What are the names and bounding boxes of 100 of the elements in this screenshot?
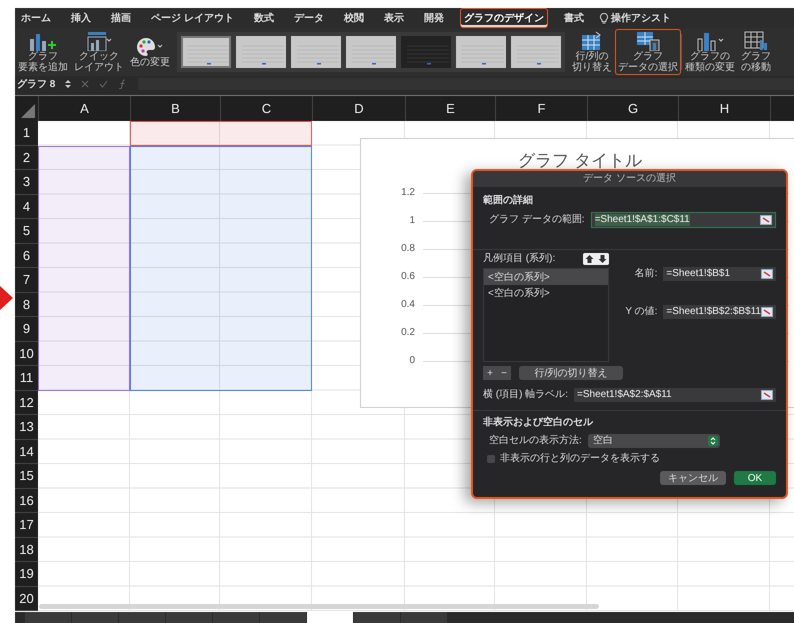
cancel-button[interactable]: キャンセル	[660, 471, 726, 485]
move-up-icon[interactable]	[583, 253, 596, 265]
row-header[interactable]: 16	[15, 488, 38, 513]
row-header[interactable]: 17	[15, 513, 38, 538]
ribbon-button[interactable]: グラフの 種類の変更	[682, 29, 738, 75]
sheet-tab[interactable]	[401, 612, 447, 623]
ribbon-tab[interactable]: 数式	[250, 8, 278, 28]
chart-style-thumbnail[interactable]	[456, 36, 506, 68]
row-header[interactable]: 10	[15, 342, 38, 366]
row-header[interactable]: 8	[15, 292, 38, 317]
assist-label[interactable]: 操作アシスト	[610, 11, 671, 25]
sheet-tab[interactable]	[25, 612, 71, 623]
axis-label: 0.8	[400, 243, 415, 254]
series-item[interactable]: <空白の系列>	[484, 269, 608, 285]
layout-icon	[86, 31, 112, 51]
stepper-icon[interactable]	[65, 79, 72, 89]
sheet-tab[interactable]	[307, 612, 353, 623]
ribbon-tab[interactable]: 挿入	[67, 8, 95, 28]
remove-button[interactable]: −	[497, 366, 511, 380]
field-label: 凡例項目 (系列):	[483, 253, 556, 265]
row-header[interactable]: 2	[15, 146, 38, 170]
row-header[interactable]: 15	[15, 464, 38, 488]
ribbon-tab[interactable]: グラフのデザイン	[460, 8, 548, 28]
row-header[interactable]: 12	[15, 390, 38, 415]
field-label: 空白セルの表示方法:	[489, 435, 582, 447]
sheet-chart-icon	[744, 31, 768, 51]
ok-button[interactable]: OK	[734, 471, 776, 485]
ribbon-tab[interactable]: 書式	[560, 8, 588, 28]
row-header[interactable]: 20	[15, 586, 38, 611]
chart-style-thumbnail[interactable]	[291, 36, 341, 68]
axis-label: 0.4	[400, 299, 415, 310]
ribbon-tab[interactable]: ホーム	[17, 8, 55, 28]
ribbon-button[interactable]: 行/列の 切り替え	[569, 29, 615, 75]
sheet-tab[interactable]	[72, 612, 118, 623]
values-field[interactable]: =Sheet1!$B$2:$B$11	[663, 305, 776, 319]
ribbon-button[interactable]: グラフ データの選択	[615, 29, 681, 75]
range-picker-icon[interactable]	[761, 269, 773, 279]
ribbon-button[interactable]: グラフ 要素を追加	[15, 29, 71, 75]
lightbulb-icon	[600, 12, 608, 24]
ribbon-tab[interactable]: 校閲	[340, 8, 368, 28]
row-header[interactable]: 1	[15, 121, 38, 146]
ribbon-tab[interactable]: 開発	[420, 8, 448, 28]
row-header[interactable]: 14	[15, 440, 38, 464]
name-box[interactable]: グラフ 8	[17, 77, 56, 91]
series-item[interactable]: <空白の系列>	[484, 285, 608, 301]
ribbon-tab[interactable]: 表示	[380, 8, 408, 28]
column-header[interactable]: B	[131, 96, 221, 121]
section-heading: 範囲の詳細	[483, 195, 534, 207]
switch-row-column-button[interactable]: 行/列の切り替え	[519, 366, 623, 380]
field-label: Y の値:	[624, 306, 658, 318]
checkbox[interactable]	[487, 455, 495, 463]
move-down-icon[interactable]	[596, 253, 610, 265]
name-field[interactable]: =Sheet1!$B$1	[663, 267, 776, 281]
row-header[interactable]: 7	[15, 268, 38, 292]
row-header[interactable]: 3	[15, 170, 38, 194]
row-header[interactable]: 4	[15, 194, 38, 219]
empty-cells-dropdown[interactable]: 空白	[588, 434, 720, 448]
cancel-icon[interactable]	[81, 80, 90, 88]
sheet-tab[interactable]	[119, 612, 165, 623]
axis-label: 1	[408, 215, 415, 226]
row-header[interactable]: 6	[15, 244, 38, 268]
row-header[interactable]: 13	[15, 415, 38, 440]
column-header[interactable]: G	[588, 96, 679, 121]
row-header[interactable]: 9	[15, 317, 38, 342]
axis-label: 0.2	[400, 327, 415, 338]
add-button[interactable]: +	[483, 366, 497, 380]
range-field[interactable]: =Sheet1!$A$1:$C$11	[590, 212, 776, 228]
chart-style-thumbnail[interactable]	[401, 36, 451, 68]
sheet-tab[interactable]	[213, 612, 259, 623]
range-picker-icon[interactable]	[761, 390, 773, 400]
chart-title: グラフ タイトル	[517, 150, 643, 172]
range-picker-icon[interactable]	[761, 307, 773, 317]
ribbon-tab[interactable]: ページ レイアウト	[147, 8, 238, 28]
column-header[interactable]: E	[406, 96, 496, 121]
ribbon-tab[interactable]: データ	[290, 8, 328, 28]
row-header[interactable]: 11	[15, 366, 38, 390]
chart-style-thumbnail[interactable]	[511, 36, 561, 68]
ribbon-button[interactable]: クイック レイアウト	[71, 29, 127, 75]
chart-style-thumbnail[interactable]	[181, 36, 231, 68]
sheet-tab[interactable]	[260, 612, 306, 623]
column-header[interactable]: D	[313, 96, 406, 121]
column-header[interactable]: C	[221, 96, 313, 121]
ribbon-button[interactable]: 色の変更	[127, 34, 173, 70]
row-header[interactable]: 19	[15, 562, 38, 586]
chart-style-thumbnail[interactable]	[346, 36, 396, 68]
column-header[interactable]: H	[679, 96, 771, 121]
ribbon-tab[interactable]: 描画	[107, 8, 135, 28]
axis-label-field[interactable]: =Sheet1!$A$2:$A$11	[574, 388, 776, 402]
row-header[interactable]: 18	[15, 538, 38, 562]
ribbon-button[interactable]: グラフ の移動	[738, 29, 774, 75]
row-header[interactable]: 5	[15, 219, 38, 244]
column-header[interactable]: F	[496, 96, 588, 121]
axis-label: 1.2	[400, 187, 415, 198]
scrollbar[interactable]	[39, 604, 599, 609]
column-header[interactable]: A	[39, 96, 131, 121]
range-picker-icon[interactable]	[760, 215, 772, 225]
chart-style-thumbnail[interactable]	[236, 36, 286, 68]
sheet-tab[interactable]	[354, 612, 400, 623]
sheet-tab[interactable]	[166, 612, 212, 623]
check-icon[interactable]	[99, 80, 108, 88]
